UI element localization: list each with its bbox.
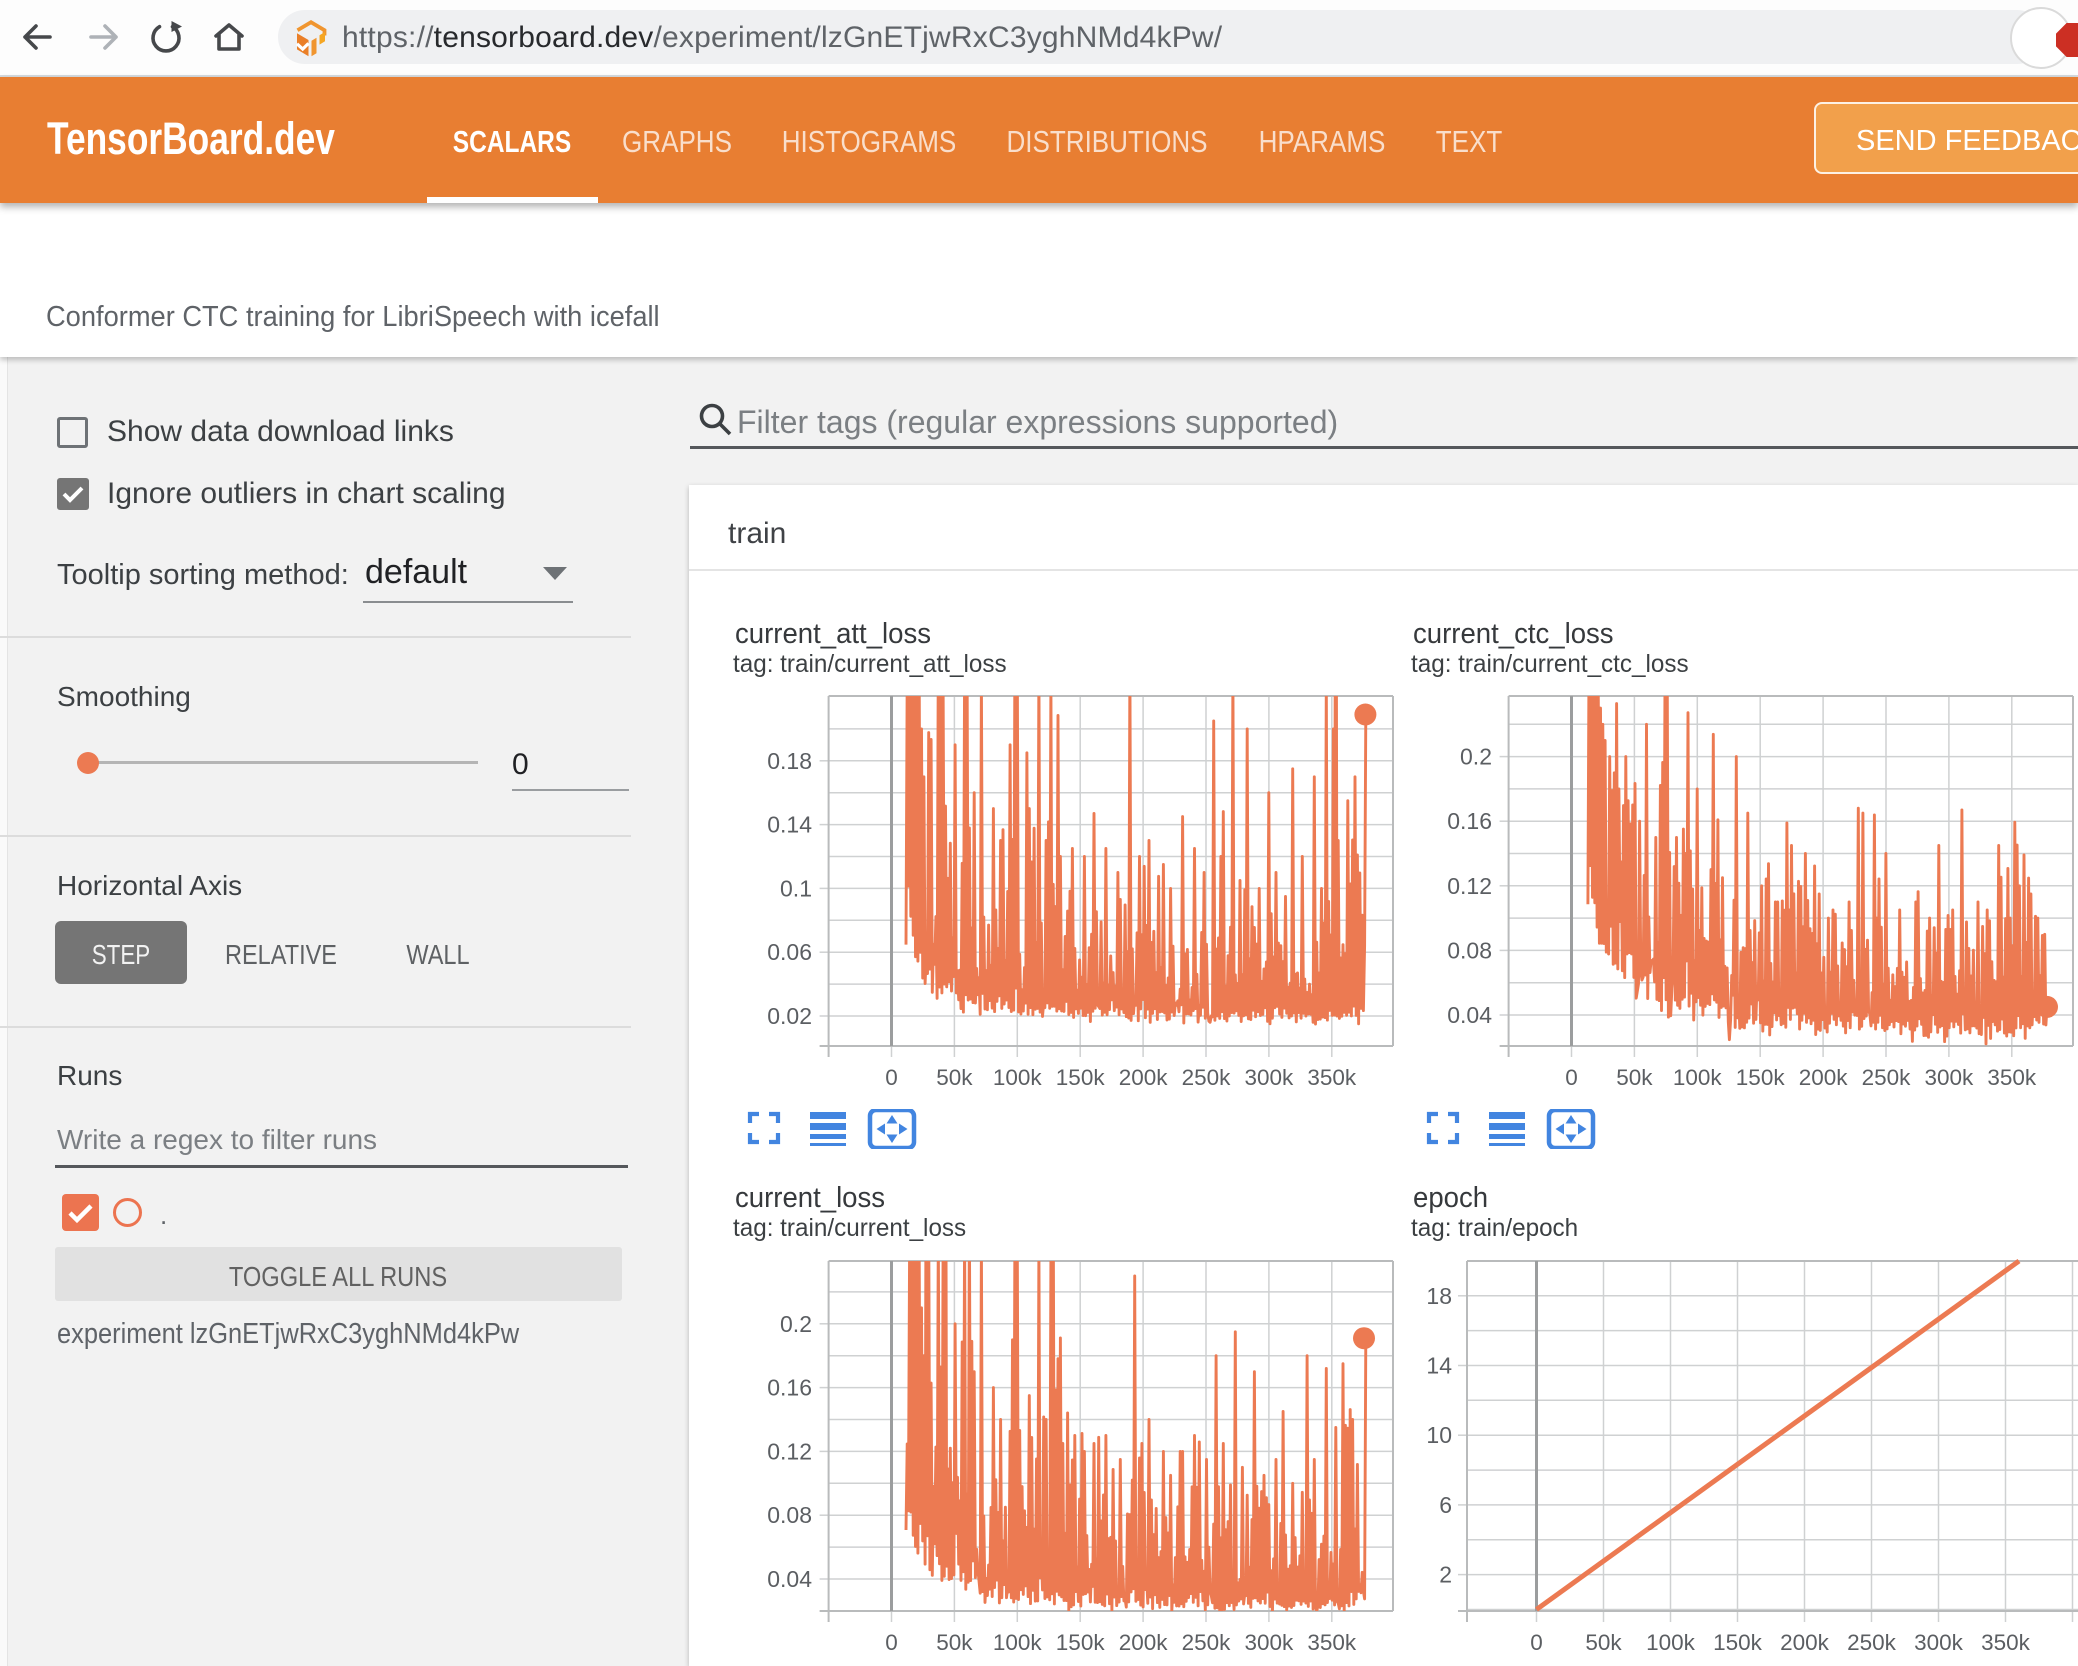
svg-text:0.02: 0.02 <box>767 1003 812 1029</box>
svg-text:0: 0 <box>885 1065 898 1090</box>
svg-text:0: 0 <box>885 1630 898 1655</box>
svg-text:150k: 150k <box>1736 1065 1786 1090</box>
svg-text:300k: 300k <box>1925 1065 1975 1090</box>
svg-text:0.2: 0.2 <box>780 1311 812 1337</box>
svg-text:0.12: 0.12 <box>1447 873 1492 899</box>
svg-text:350k: 350k <box>1307 1065 1357 1090</box>
svg-text:0.04: 0.04 <box>767 1566 812 1592</box>
svg-text:250k: 250k <box>1862 1065 1912 1090</box>
svg-text:100k: 100k <box>1673 1065 1723 1090</box>
svg-text:100k: 100k <box>1646 1630 1696 1655</box>
svg-text:250k: 250k <box>1847 1630 1897 1655</box>
svg-text:2: 2 <box>1439 1562 1452 1588</box>
svg-text:100k: 100k <box>993 1630 1043 1655</box>
svg-text:0: 0 <box>1530 1630 1543 1655</box>
svg-text:0.1: 0.1 <box>780 875 812 901</box>
svg-text:250k: 250k <box>1182 1065 1232 1090</box>
svg-text:250k: 250k <box>1182 1630 1232 1655</box>
svg-text:50k: 50k <box>1616 1065 1653 1090</box>
svg-text:6: 6 <box>1439 1492 1452 1518</box>
svg-text:0.14: 0.14 <box>767 812 812 838</box>
svg-text:50k: 50k <box>936 1630 973 1655</box>
svg-text:150k: 150k <box>1713 1630 1763 1655</box>
svg-text:0.2: 0.2 <box>1460 744 1492 770</box>
svg-text:300k: 300k <box>1245 1630 1295 1655</box>
svg-text:200k: 200k <box>1119 1630 1169 1655</box>
svg-text:0.08: 0.08 <box>767 1502 812 1528</box>
svg-text:50k: 50k <box>936 1065 973 1090</box>
svg-text:150k: 150k <box>1056 1630 1106 1655</box>
svg-text:0.04: 0.04 <box>1447 1002 1492 1028</box>
svg-text:200k: 200k <box>1119 1065 1169 1090</box>
svg-text:350k: 350k <box>1307 1630 1357 1655</box>
svg-text:0.16: 0.16 <box>1447 808 1492 834</box>
svg-text:0: 0 <box>1565 1065 1578 1090</box>
svg-text:0.12: 0.12 <box>767 1438 812 1464</box>
svg-text:200k: 200k <box>1799 1065 1849 1090</box>
svg-text:350k: 350k <box>1987 1065 2037 1090</box>
svg-text:350k: 350k <box>1981 1630 2031 1655</box>
svg-text:150k: 150k <box>1056 1065 1106 1090</box>
svg-text:10: 10 <box>1426 1422 1452 1448</box>
svg-text:18: 18 <box>1426 1283 1452 1309</box>
svg-text:0.18: 0.18 <box>767 748 812 774</box>
svg-text:100k: 100k <box>993 1065 1043 1090</box>
svg-text:300k: 300k <box>1914 1630 1964 1655</box>
svg-text:50k: 50k <box>1585 1630 1622 1655</box>
svg-text:200k: 200k <box>1780 1630 1830 1655</box>
svg-text:300k: 300k <box>1245 1065 1295 1090</box>
svg-text:0.08: 0.08 <box>1447 937 1492 963</box>
svg-text:14: 14 <box>1426 1353 1452 1379</box>
svg-text:0.16: 0.16 <box>767 1375 812 1401</box>
svg-text:0.06: 0.06 <box>767 939 812 965</box>
